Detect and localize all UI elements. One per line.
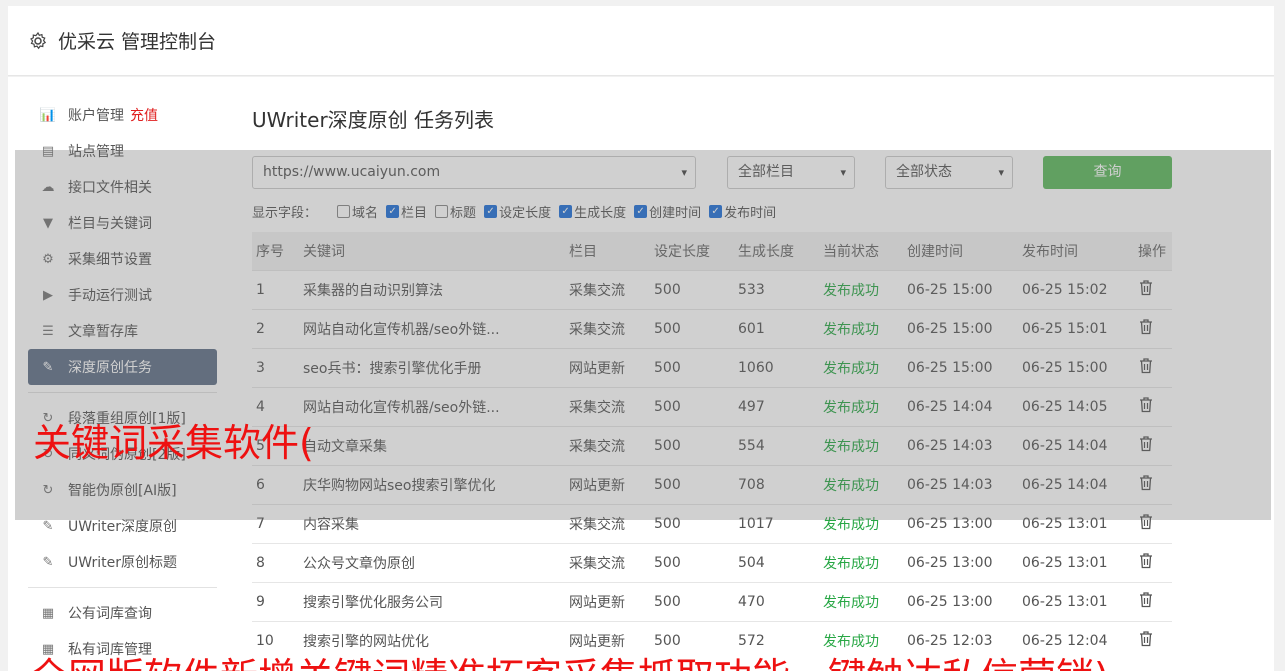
book-icon: ▦ (41, 605, 55, 621)
table-row: 9 搜索引擎优化服务公司 网站更新 500 470 发布成功 06-25 13:00 06-2… (252, 581, 1172, 621)
main-content: UWriter深度原创 任务列表 https://www.ucaiyun.com… (252, 97, 1172, 660)
trash-icon[interactable] (1138, 630, 1154, 647)
top-header: 优采云 管理控制台 (8, 6, 1274, 76)
sidebar-item-group2-4[interactable]: ✎ UWriter原创标题 (28, 544, 217, 580)
sidebar-divider (28, 587, 217, 588)
trash-icon[interactable] (1138, 552, 1154, 569)
app-title: 优采云 管理控制台 (58, 31, 217, 53)
table-cell: 06-25 13:01 (1018, 581, 1134, 621)
table-cell: 06-25 13:00 (903, 542, 1018, 582)
table-cell: 06-25 13:01 (1018, 542, 1134, 582)
table-cell: 500 (650, 581, 734, 621)
table-cell: 网站更新 (565, 581, 650, 621)
bar-chart-icon: 📊 (39, 107, 57, 123)
table-cell: 9 (252, 581, 299, 621)
watermark-line-2: 全网版软件新增关键词精准拓客采集抓取功能一键触达私信营销) (30, 646, 1109, 671)
sidebar-item-group3-0[interactable]: ▦ 公有词库查询 (28, 595, 217, 631)
table-cell: 06-25 13:00 (903, 581, 1018, 621)
trash-icon[interactable] (1138, 591, 1154, 608)
sidebar-item-label: 公有词库查询 (68, 606, 152, 622)
action-cell (1134, 581, 1172, 621)
table-cell: 发布成功 (819, 542, 903, 582)
table-cell: 发布成功 (819, 581, 903, 621)
watermark-line-1: 关键词采集软件( (33, 421, 314, 465)
table-cell: 500 (650, 542, 734, 582)
table-row: 8 公众号文章伪原创 采集交流 500 504 发布成功 06-25 13:00 06-25 … (252, 542, 1172, 582)
sidebar-item-group1-0[interactable]: 📊 账户管理 充值 (28, 97, 217, 133)
edit-icon: ✎ (42, 554, 54, 570)
table-cell: 采集交流 (565, 542, 650, 582)
table-cell: 搜索引擎优化服务公司 (299, 581, 565, 621)
action-cell (1134, 620, 1172, 660)
table-cell: 470 (734, 581, 819, 621)
recharge-link[interactable]: 充值 (130, 105, 158, 125)
edit-icon: ✎ (42, 518, 54, 534)
action-cell (1134, 542, 1172, 582)
sidebar-item-label: UWriter原创标题 (68, 555, 177, 571)
gear-icon (30, 31, 47, 49)
table-cell: 504 (734, 542, 819, 582)
table-cell: 公众号文章伪原创 (299, 542, 565, 582)
sidebar-item-label: 账户管理 (68, 108, 124, 124)
table-cell: 8 (252, 542, 299, 582)
page-title: UWriter深度原创 任务列表 (252, 108, 495, 132)
